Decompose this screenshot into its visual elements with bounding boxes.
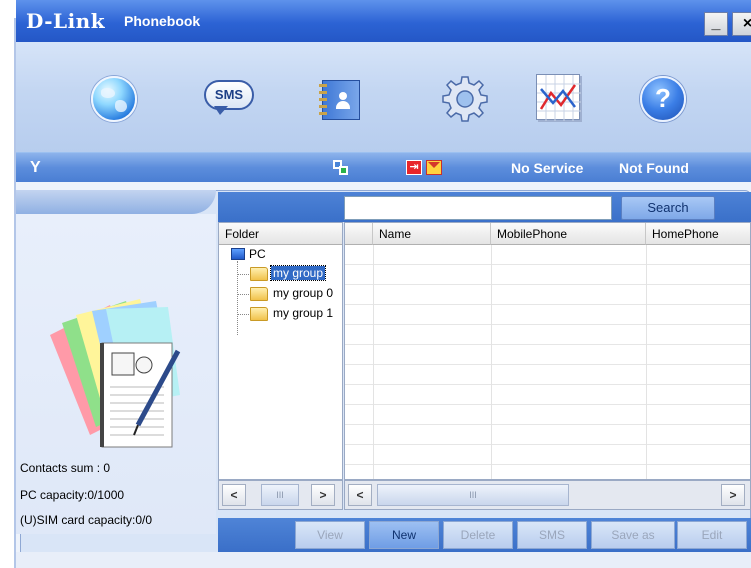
- message-in-icon: ⇥: [406, 160, 422, 175]
- sms-button[interactable]: SMS: [517, 521, 587, 549]
- main-toolbar: SMS ?: [16, 42, 751, 152]
- scroll-right-button[interactable]: >: [721, 484, 745, 506]
- network-icon: [333, 160, 349, 176]
- sms-icon[interactable]: SMS: [204, 80, 254, 115]
- search-input[interactable]: [344, 196, 612, 220]
- close-button[interactable]: ×: [732, 12, 751, 36]
- column-divider: [373, 245, 374, 479]
- table-rows[interactable]: [345, 245, 750, 479]
- tree-root-label: PC: [249, 247, 266, 261]
- column-header-select[interactable]: [345, 223, 373, 245]
- save-as-button[interactable]: Save as: [591, 521, 675, 549]
- tree-folder-label: my group 0: [273, 286, 334, 300]
- service-status: No Service: [511, 160, 584, 176]
- delete-button[interactable]: Delete: [443, 521, 513, 549]
- globe-land: [101, 88, 115, 98]
- table-horizontal-scrollbar[interactable]: < III >: [344, 480, 751, 510]
- status-bar: Y ⇥ No Service Not Found: [16, 152, 751, 182]
- binder-rings: [319, 84, 327, 118]
- sms-bubble: SMS: [204, 80, 254, 110]
- contact-person-glyph: [336, 92, 350, 110]
- scroll-thumb[interactable]: III: [377, 484, 569, 506]
- tree-folder-label: my group 1: [273, 306, 334, 320]
- pc-icon: [231, 248, 245, 260]
- scroll-left-button[interactable]: <: [348, 484, 372, 506]
- edit-button[interactable]: Edit: [677, 521, 747, 549]
- mail-icon: [426, 160, 442, 175]
- sim-capacity: (U)SIM card capacity:0/0: [20, 513, 153, 527]
- antenna-icon: Y: [30, 159, 41, 176]
- device-status: Not Found: [619, 160, 689, 176]
- scroll-right-button[interactable]: >: [311, 484, 335, 506]
- new-button[interactable]: New: [369, 521, 439, 549]
- tree-folder-label: my group: [269, 265, 327, 281]
- contacts-sum: Contacts sum : 0: [20, 461, 111, 475]
- tree-horizontal-scrollbar[interactable]: < III >: [218, 480, 343, 510]
- column-divider: [646, 245, 647, 479]
- globe-land: [115, 100, 127, 112]
- brand-logo: D-Link: [26, 9, 106, 33]
- bottom-border: [16, 552, 751, 568]
- chart-icon[interactable]: [536, 74, 581, 121]
- column-header-homephone[interactable]: HomePhone: [646, 223, 750, 245]
- minimize-button[interactable]: _: [704, 12, 728, 36]
- phonebook-illustration: [40, 295, 200, 455]
- sms-bubble-tail: [214, 106, 228, 115]
- title-bar[interactable]: D-Link Phonebook _ ×: [16, 0, 751, 42]
- column-header-mobilephone[interactable]: MobilePhone: [491, 223, 646, 245]
- pc-capacity: PC capacity:0/1000: [20, 488, 125, 502]
- tree-header[interactable]: Folder: [219, 223, 342, 245]
- column-divider: [491, 245, 492, 479]
- folder-icon: [250, 287, 268, 301]
- app-title: Phonebook: [124, 13, 201, 29]
- scroll-left-button[interactable]: <: [222, 484, 246, 506]
- phonebook-icon[interactable]: [319, 80, 360, 120]
- help-icon[interactable]: ?: [640, 76, 686, 122]
- tree-connector: [237, 261, 238, 335]
- folder-icon: [250, 307, 268, 321]
- scroll-thumb[interactable]: III: [261, 484, 299, 506]
- folder-icon: [250, 267, 268, 281]
- view-button[interactable]: View: [295, 521, 365, 549]
- contacts-table[interactable]: Name MobilePhone HomePhone: [344, 222, 751, 480]
- info-banner: [16, 190, 216, 214]
- phonebook-window: D-Link Phonebook _ × SMS ? Y ⇥ No Servic…: [0, 0, 751, 568]
- search-button[interactable]: Search: [621, 196, 715, 220]
- column-header-name[interactable]: Name: [373, 223, 491, 245]
- folder-tree[interactable]: Folder PC my group my group 0 my group 1: [218, 222, 343, 480]
- globe-icon[interactable]: [91, 76, 137, 122]
- gear-icon[interactable]: [441, 75, 489, 123]
